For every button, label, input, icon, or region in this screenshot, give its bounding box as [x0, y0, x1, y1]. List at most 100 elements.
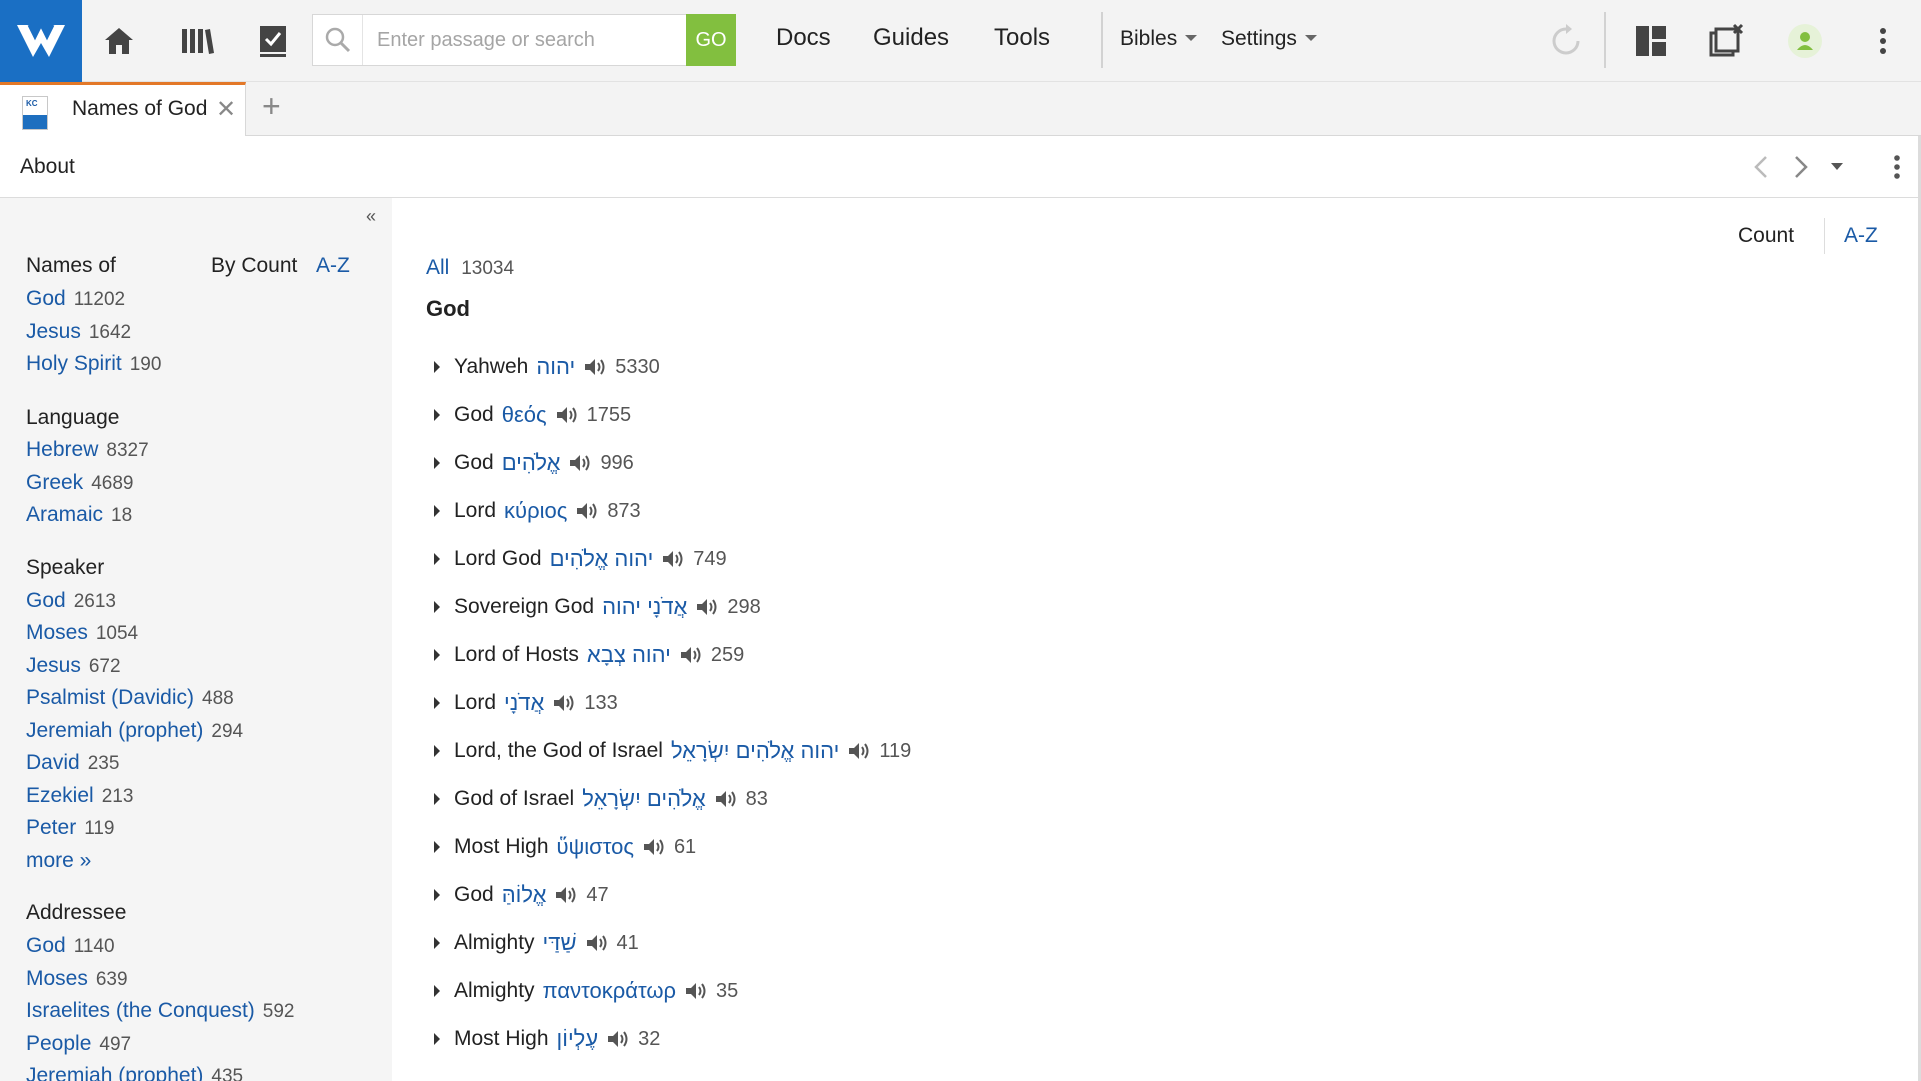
original-language-word[interactable]: אֲדֹנָי — [504, 690, 544, 716]
expand-triangle-icon[interactable] — [434, 1033, 440, 1045]
original-language-word[interactable]: παντοκράτωρ — [543, 978, 677, 1004]
name-entry-row[interactable]: Lord God יהוה אֱלֹהִים 749 — [434, 546, 727, 572]
filter-speaker[interactable]: Ezekiel 213 — [26, 784, 133, 808]
name-entry-row[interactable]: Yahweh יהוה 5330 — [434, 354, 660, 380]
speaker-audio-icon[interactable] — [684, 981, 708, 1001]
filter-addressee[interactable]: Moses 639 — [26, 967, 128, 991]
name-entry-row[interactable]: Most High ὕψιστος 61 — [434, 834, 696, 860]
speaker-audio-icon[interactable] — [575, 501, 599, 521]
speaker-audio-icon[interactable] — [555, 405, 579, 425]
expand-triangle-icon[interactable] — [434, 697, 440, 709]
original-language-word[interactable]: עֶלְיוֹן — [557, 1026, 599, 1052]
name-entry-row[interactable]: Lord of Hosts יהוה צְבָא 259 — [434, 642, 744, 668]
original-language-word[interactable]: θεός — [502, 402, 547, 428]
speaker-audio-icon[interactable] — [679, 645, 703, 665]
expand-triangle-icon[interactable] — [434, 505, 440, 517]
speaker-audio-icon[interactable] — [552, 693, 576, 713]
original-language-word[interactable]: אֱלֹהִים — [502, 450, 561, 476]
library-icon[interactable] — [176, 20, 218, 62]
name-entry-row[interactable]: Almighty παντοκράτωρ 35 — [434, 978, 738, 1004]
expand-triangle-icon[interactable] — [434, 841, 440, 853]
name-entry-row[interactable]: God θεός 1755 — [434, 402, 631, 428]
filter-addressee[interactable]: Jeremiah (prophet) 435 — [26, 1064, 243, 1081]
filter-name-jesus[interactable]: Jesus 1642 — [26, 320, 131, 344]
expand-triangle-icon[interactable] — [434, 793, 440, 805]
more-options-icon[interactable] — [1862, 20, 1904, 62]
filter-addressee[interactable]: Israelites (the Conquest) 592 — [26, 999, 294, 1023]
name-entry-row[interactable]: Lord אֲדֹנָי 133 — [434, 690, 618, 716]
filter-speaker[interactable]: Jesus 672 — [26, 654, 121, 678]
sort-az-link[interactable]: A-Z — [316, 254, 350, 278]
name-entry-row[interactable]: God אֱלוֹהַּ 47 — [434, 882, 609, 908]
expand-triangle-icon[interactable] — [434, 601, 440, 613]
back-icon[interactable] — [1744, 150, 1778, 184]
filter-addressee[interactable]: People 497 — [26, 1032, 131, 1056]
sort-az-link[interactable]: A-Z — [1844, 224, 1878, 248]
panel-title[interactable]: About — [20, 155, 75, 179]
original-language-word[interactable]: κύριος — [504, 498, 567, 524]
original-language-word[interactable]: אֱלֹהִים יִשְׂרָאֵל — [582, 786, 705, 812]
expand-triangle-icon[interactable] — [434, 553, 440, 565]
sort-count-label[interactable]: Count — [1738, 224, 1794, 248]
original-language-word[interactable]: ὕψιστος — [557, 834, 634, 860]
speaker-audio-icon[interactable] — [583, 357, 607, 377]
tools-menu[interactable]: Tools — [994, 24, 1050, 52]
name-entry-row[interactable]: God אֱלֹהִים 996 — [434, 450, 634, 476]
checklist-icon[interactable] — [252, 20, 294, 62]
speaker-audio-icon[interactable] — [585, 933, 609, 953]
speaker-audio-icon[interactable] — [642, 837, 666, 857]
close-panels-icon[interactable] — [1706, 20, 1748, 62]
close-tab-icon[interactable]: ✕ — [216, 95, 236, 124]
speaker-audio-icon[interactable] — [714, 789, 738, 809]
bibles-dropdown[interactable]: Bibles — [1120, 27, 1198, 51]
guides-menu[interactable]: Guides — [873, 24, 949, 52]
go-button[interactable]: GO — [686, 14, 736, 66]
expand-triangle-icon[interactable] — [434, 649, 440, 661]
speaker-audio-icon[interactable] — [695, 597, 719, 617]
filter-name-god[interactable]: God 11202 — [26, 287, 125, 311]
speaker-audio-icon[interactable] — [847, 741, 871, 761]
original-language-word[interactable]: שַׁדַּי — [543, 930, 577, 956]
user-avatar-icon[interactable] — [1784, 20, 1826, 62]
sync-icon[interactable] — [1545, 20, 1587, 62]
filter-language-greek[interactable]: Greek 4689 — [26, 471, 133, 495]
speaker-audio-icon[interactable] — [606, 1029, 630, 1049]
tab-names-of-god[interactable]: KC Names of God ✕ — [0, 82, 246, 137]
logos-logo-icon[interactable] — [0, 0, 82, 82]
expand-triangle-icon[interactable] — [434, 937, 440, 949]
expand-triangle-icon[interactable] — [434, 361, 440, 373]
expand-triangle-icon[interactable] — [434, 457, 440, 469]
name-entry-row[interactable]: Lord, the God of Israel יהוה אֱלֹהִים יִש… — [434, 738, 911, 764]
original-language-word[interactable]: אֱלוֹהַּ — [502, 882, 547, 908]
more-speakers-link[interactable]: more » — [26, 849, 91, 873]
speaker-audio-icon[interactable] — [554, 885, 578, 905]
history-dropdown-icon[interactable] — [1820, 150, 1854, 184]
filter-speaker[interactable]: Psalmist (Davidic) 488 — [26, 686, 234, 710]
original-language-word[interactable]: יהוה צְבָא — [587, 642, 671, 668]
name-entry-row[interactable]: Almighty שַׁדַּי 41 — [434, 930, 639, 956]
filter-addressee[interactable]: God 1140 — [26, 934, 115, 958]
filter-speaker[interactable]: David 235 — [26, 751, 119, 775]
original-language-word[interactable]: יהוה — [536, 354, 575, 380]
add-tab-icon[interactable]: + — [262, 88, 281, 125]
original-language-word[interactable]: יהוה אֱלֹהִים יִשְׂרָאֵל — [671, 738, 839, 764]
filter-name-holy-spirit[interactable]: Holy Spirit 190 — [26, 352, 161, 376]
all-filter-link[interactable]: All 13034 — [426, 256, 514, 280]
original-language-word[interactable]: יהוה אֱלֹהִים — [550, 546, 654, 572]
speaker-audio-icon[interactable] — [568, 453, 592, 473]
filter-language-hebrew[interactable]: Hebrew 8327 — [26, 438, 149, 462]
filter-speaker[interactable]: Jeremiah (prophet) 294 — [26, 719, 243, 743]
filter-speaker[interactable]: Peter 119 — [26, 816, 115, 840]
filter-speaker[interactable]: Moses 1054 — [26, 621, 138, 645]
filter-speaker[interactable]: God 2613 — [26, 589, 116, 613]
filter-language-aramaic[interactable]: Aramaic 18 — [26, 503, 132, 527]
layout-icon[interactable] — [1630, 20, 1672, 62]
name-entry-row[interactable]: Lord κύριος 873 — [434, 498, 641, 524]
expand-triangle-icon[interactable] — [434, 889, 440, 901]
passage-search-input[interactable] — [363, 15, 686, 65]
home-icon[interactable] — [98, 20, 140, 62]
collapse-sidebar-icon[interactable]: « — [366, 206, 376, 227]
speaker-audio-icon[interactable] — [661, 549, 685, 569]
name-entry-row[interactable]: God of Israel אֱלֹהִים יִשְׂרָאֵל 83 — [434, 786, 768, 812]
name-entry-row[interactable]: Most High עֶלְיוֹן 32 — [434, 1026, 660, 1052]
